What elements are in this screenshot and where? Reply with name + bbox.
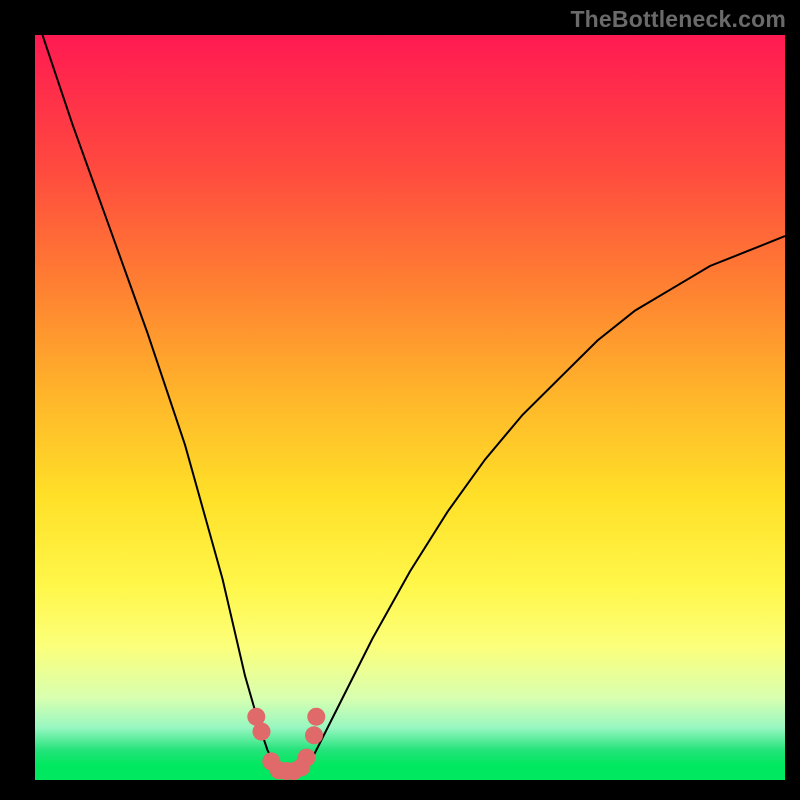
- marker-dot: [298, 749, 316, 767]
- marker-dot: [307, 708, 325, 726]
- chart-frame: TheBottleneck.com: [0, 0, 800, 800]
- attribution-text: TheBottleneck.com: [570, 6, 786, 33]
- marker-group: [247, 708, 325, 780]
- marker-dot: [305, 726, 323, 744]
- marker-dot: [253, 723, 271, 741]
- plot-area: [35, 35, 785, 780]
- bottleneck-curve: [35, 35, 785, 780]
- curve-line: [43, 35, 786, 773]
